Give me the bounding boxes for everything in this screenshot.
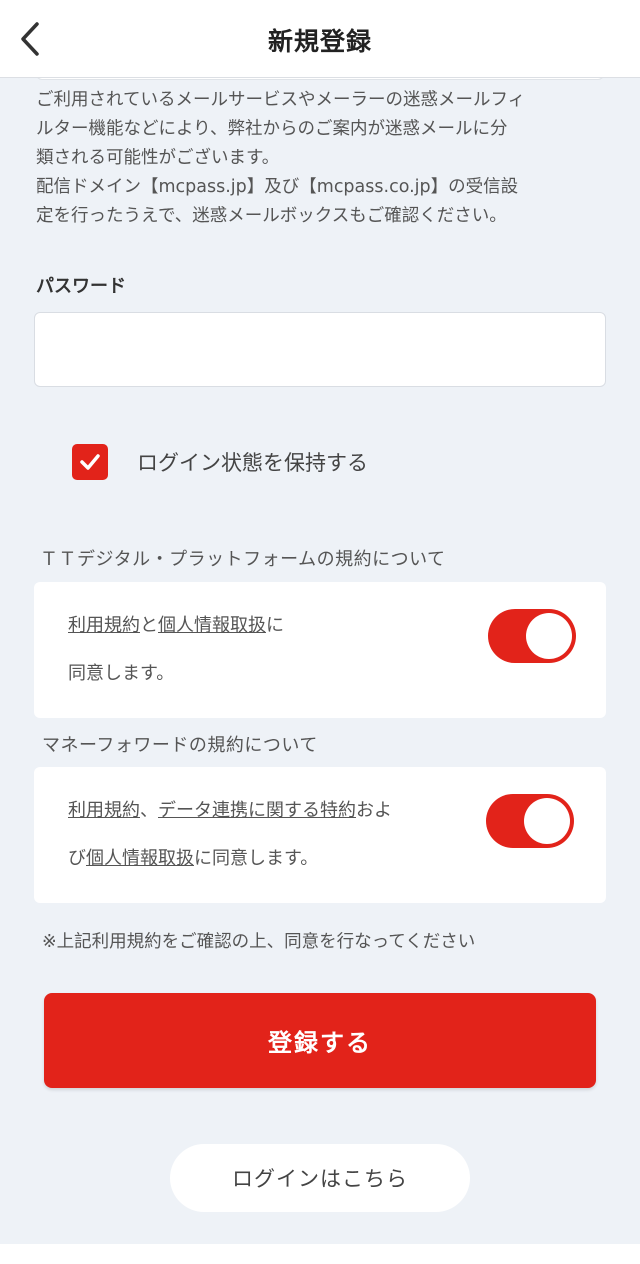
register-button[interactable]: 登録する [44,993,596,1088]
header-bar: 新規登録 [0,0,640,78]
notice-line: ルター機能などにより、弊社からのご案内が迷惑メールに分 [36,119,508,139]
consent-prefix: び [68,848,86,869]
notice-line: ご利用されているメールサービスやメーラーの迷惑メールフィ [36,90,526,110]
notice-line: 配信ドメイン【mcpass.jp】及び【mcpass.co.jp】の受信設 [36,177,519,197]
mf-privacy-link[interactable]: 個人情報取扱 [86,848,194,869]
mf-data-link-terms-link[interactable]: データ連携に関する特約 [158,800,356,821]
login-link-button[interactable]: ログインはこちら [170,1144,470,1212]
bottom-bar [0,1244,640,1264]
consent-line: 同意します。 [68,663,175,684]
consent-footnote: ※上記利用規約をご確認の上、同意を行なってください [42,932,476,952]
tt-consent-toggle[interactable] [488,609,576,663]
spam-notice: ご利用されているメールサービスやメーラーの迷惑メールフィ ルター機能などにより、… [36,86,616,231]
mf-consent-toggle[interactable] [486,794,574,848]
consent-connector: 、 [140,800,158,821]
password-label: パスワード [36,276,126,297]
tt-terms-section-title: ＴＴデジタル・プラットフォームの規約について [40,549,446,570]
notice-line: 定を行ったうえで、迷惑メールボックスもご確認ください。 [36,206,507,226]
consent-connector: およ [356,800,392,821]
remember-label: ログイン状態を保持する [137,451,368,475]
notice-line: 類される可能性がございます。 [36,148,280,168]
consent-connector: と [140,615,158,636]
mf-consent-text: 利用規約、データ連携に関する特約およ び個人情報取扱に同意します。 [68,787,468,883]
page-title: 新規登録 [267,27,372,56]
consent-suffix: に [266,615,284,636]
toggle-knob [524,798,570,844]
remember-login-checkbox-row[interactable]: ログイン状態を保持する [72,444,368,480]
tt-consent-text: 利用規約と個人情報取扱に 同意します。 [68,602,448,698]
mf-terms-section-title: マネーフォワードの規約について [42,735,318,756]
tt-terms-card: 利用規約と個人情報取扱に 同意します。 [34,582,606,718]
remember-checkbox[interactable] [72,444,108,480]
toggle-knob [526,613,572,659]
tt-terms-link[interactable]: 利用規約 [68,615,140,636]
tt-privacy-link[interactable]: 個人情報取扱 [158,615,266,636]
checkmark-icon [80,454,100,470]
consent-suffix: に同意します。 [194,848,319,869]
mf-terms-card: 利用規約、データ連携に関する特約およ び個人情報取扱に同意します。 [34,767,606,903]
password-input[interactable] [34,312,606,387]
mf-terms-link[interactable]: 利用規約 [68,800,140,821]
